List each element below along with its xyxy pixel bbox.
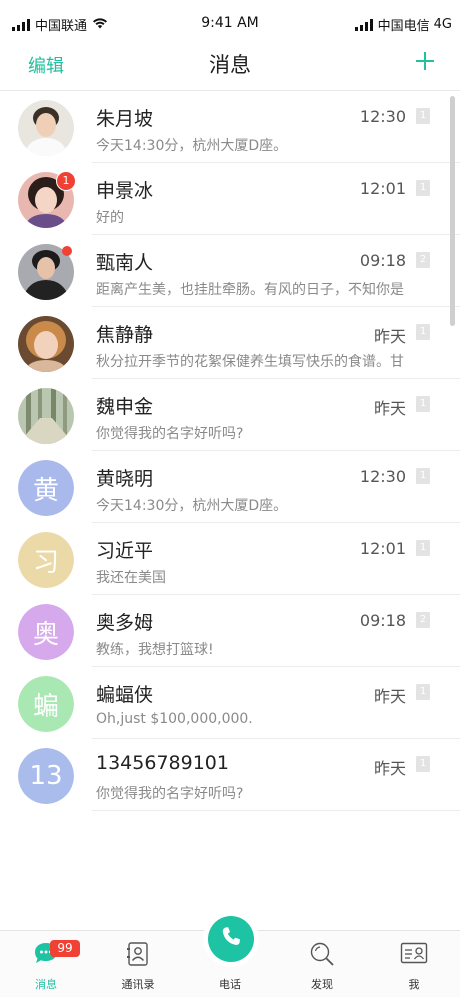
conversation-list: 朱月坡 今天14:30分，杭州大厦D座。 12:30 1 申景冰 好的 12:0… xyxy=(0,91,460,811)
avatar: 习 xyxy=(18,532,74,588)
message-time: 昨天 xyxy=(373,327,406,346)
message-preview: 好的 xyxy=(96,210,124,226)
plus-icon[interactable] xyxy=(416,52,434,74)
tab-contacts[interactable]: 通讯录 xyxy=(92,931,184,997)
contact-name: 黄晓明 xyxy=(96,468,154,490)
tab-label: 消息 xyxy=(35,978,57,991)
contact-name: 魏申金 xyxy=(96,396,154,418)
contact-name: 蝙蝠侠 xyxy=(96,684,154,706)
tab-label: 我 xyxy=(408,978,420,991)
tab-label: 电话 xyxy=(219,978,241,991)
tab-label: 发现 xyxy=(311,978,333,991)
conversation-row[interactable]: 焦静静 秋分拉开季节的花絮保健养生填写快乐的食谱。甘 昨天 1 xyxy=(0,307,460,379)
message-time: 昨天 xyxy=(373,687,406,706)
message-preview: 今天14:30分，杭州大厦D座。 xyxy=(96,498,288,514)
message-preview: Oh,just $100,000,000. xyxy=(96,711,253,727)
sim-tag: 1 xyxy=(416,108,430,124)
message-time: 12:01 xyxy=(359,539,406,558)
message-preview: 教练，我想打篮球! xyxy=(96,642,214,658)
avatar xyxy=(18,316,74,372)
tab-badge: 99 xyxy=(50,940,80,957)
message-time: 12:01 xyxy=(359,179,406,198)
sim-tag: 1 xyxy=(416,396,430,412)
message-preview: 距离产生美，也挂肚牵肠。有风的日子，不知你是 xyxy=(96,282,404,298)
contacts-icon xyxy=(126,941,150,970)
signal-icon xyxy=(354,18,373,31)
sim-tag: 1 xyxy=(416,684,430,700)
message-time: 09:18 xyxy=(359,611,406,630)
message-preview: 秋分拉开季节的花絮保健养生填写快乐的食谱。甘 xyxy=(96,354,404,370)
page-title: 消息 xyxy=(209,53,251,77)
scrollbar[interactable] xyxy=(450,96,455,326)
avatar-initial: 奥 xyxy=(18,604,74,660)
avatar xyxy=(18,100,74,156)
avatar-initial: 蝙 xyxy=(18,676,74,732)
avatar xyxy=(18,388,74,444)
message-preview: 今天14:30分，杭州大厦D座。 xyxy=(96,138,288,154)
tab-me[interactable]: 我 xyxy=(368,931,460,997)
sim-tag: 1 xyxy=(416,468,430,484)
avatar: 13 xyxy=(18,748,74,804)
discover-icon xyxy=(309,941,335,970)
contact-name: 习近平 xyxy=(96,540,154,562)
message-time: 09:18 xyxy=(359,251,406,270)
avatar: 蝙 xyxy=(18,676,74,732)
contact-name: 朱月坡 xyxy=(96,108,154,130)
conversation-row[interactable]: 朱月坡 今天14:30分，杭州大厦D座。 12:30 1 xyxy=(0,91,460,163)
sim-tag: 1 xyxy=(416,180,430,196)
sim-tag: 1 xyxy=(416,324,430,340)
sim-tag: 2 xyxy=(416,252,430,268)
conversation-row[interactable]: 习 习近平 我还在美国 12:01 1 xyxy=(0,523,460,595)
avatar-initial: 13 xyxy=(18,748,74,804)
contact-name: 焦静静 xyxy=(96,324,154,346)
status-bar: 中国联通 9:41 AM 中国电信 4G xyxy=(0,0,460,44)
contact-name: 13456789101 xyxy=(96,752,229,774)
avatar: 黄 xyxy=(18,460,74,516)
contact-name: 申景冰 xyxy=(96,180,154,202)
message-time: 12:30 xyxy=(359,107,406,126)
nav-bar: 编辑 消息 xyxy=(0,44,460,91)
conversation-row[interactable]: 蝙 蝙蝠侠 Oh,just $100,000,000. 昨天 1 xyxy=(0,667,460,739)
message-preview: 你觉得我的名字好听吗? xyxy=(96,426,244,442)
avatar-initial: 习 xyxy=(18,532,74,588)
avatar: 奥 xyxy=(18,604,74,660)
call-button[interactable] xyxy=(208,916,254,962)
conversation-row[interactable]: 奥 奥多姆 教练，我想打篮球! 09:18 2 xyxy=(0,595,460,667)
message-time: 昨天 xyxy=(373,399,406,418)
phone-icon xyxy=(219,925,243,953)
status-right: 中国电信 4G xyxy=(354,15,452,34)
unread-dot xyxy=(62,246,72,256)
message-time: 12:30 xyxy=(359,467,406,486)
avatar-initial: 黄 xyxy=(18,460,74,516)
message-preview: 我还在美国 xyxy=(96,570,166,586)
network-type: 4G xyxy=(433,17,452,32)
conversation-row[interactable]: 黄 黄晓明 今天14:30分，杭州大厦D座。 12:30 1 xyxy=(0,451,460,523)
tab-discover[interactable]: 发现 xyxy=(276,931,368,997)
carrier-right: 中国电信 xyxy=(377,19,430,34)
sim-tag: 1 xyxy=(416,540,430,556)
message-preview: 你觉得我的名字好听吗? xyxy=(96,786,244,802)
sim-tag: 2 xyxy=(416,612,430,628)
conversation-row[interactable]: 魏申金 你觉得我的名字好听吗? 昨天 1 xyxy=(0,379,460,451)
conversation-row[interactable]: 13 13456789101 你觉得我的名字好听吗? 昨天 1 xyxy=(0,739,460,811)
profile-card-icon xyxy=(400,941,428,968)
unread-badge: 1 xyxy=(56,171,76,191)
contact-name: 甄南人 xyxy=(96,252,154,274)
message-time: 昨天 xyxy=(373,759,406,778)
sim-tag: 1 xyxy=(416,756,430,772)
tab-label: 通讯录 xyxy=(121,978,155,991)
contact-name: 奥多姆 xyxy=(96,612,154,634)
